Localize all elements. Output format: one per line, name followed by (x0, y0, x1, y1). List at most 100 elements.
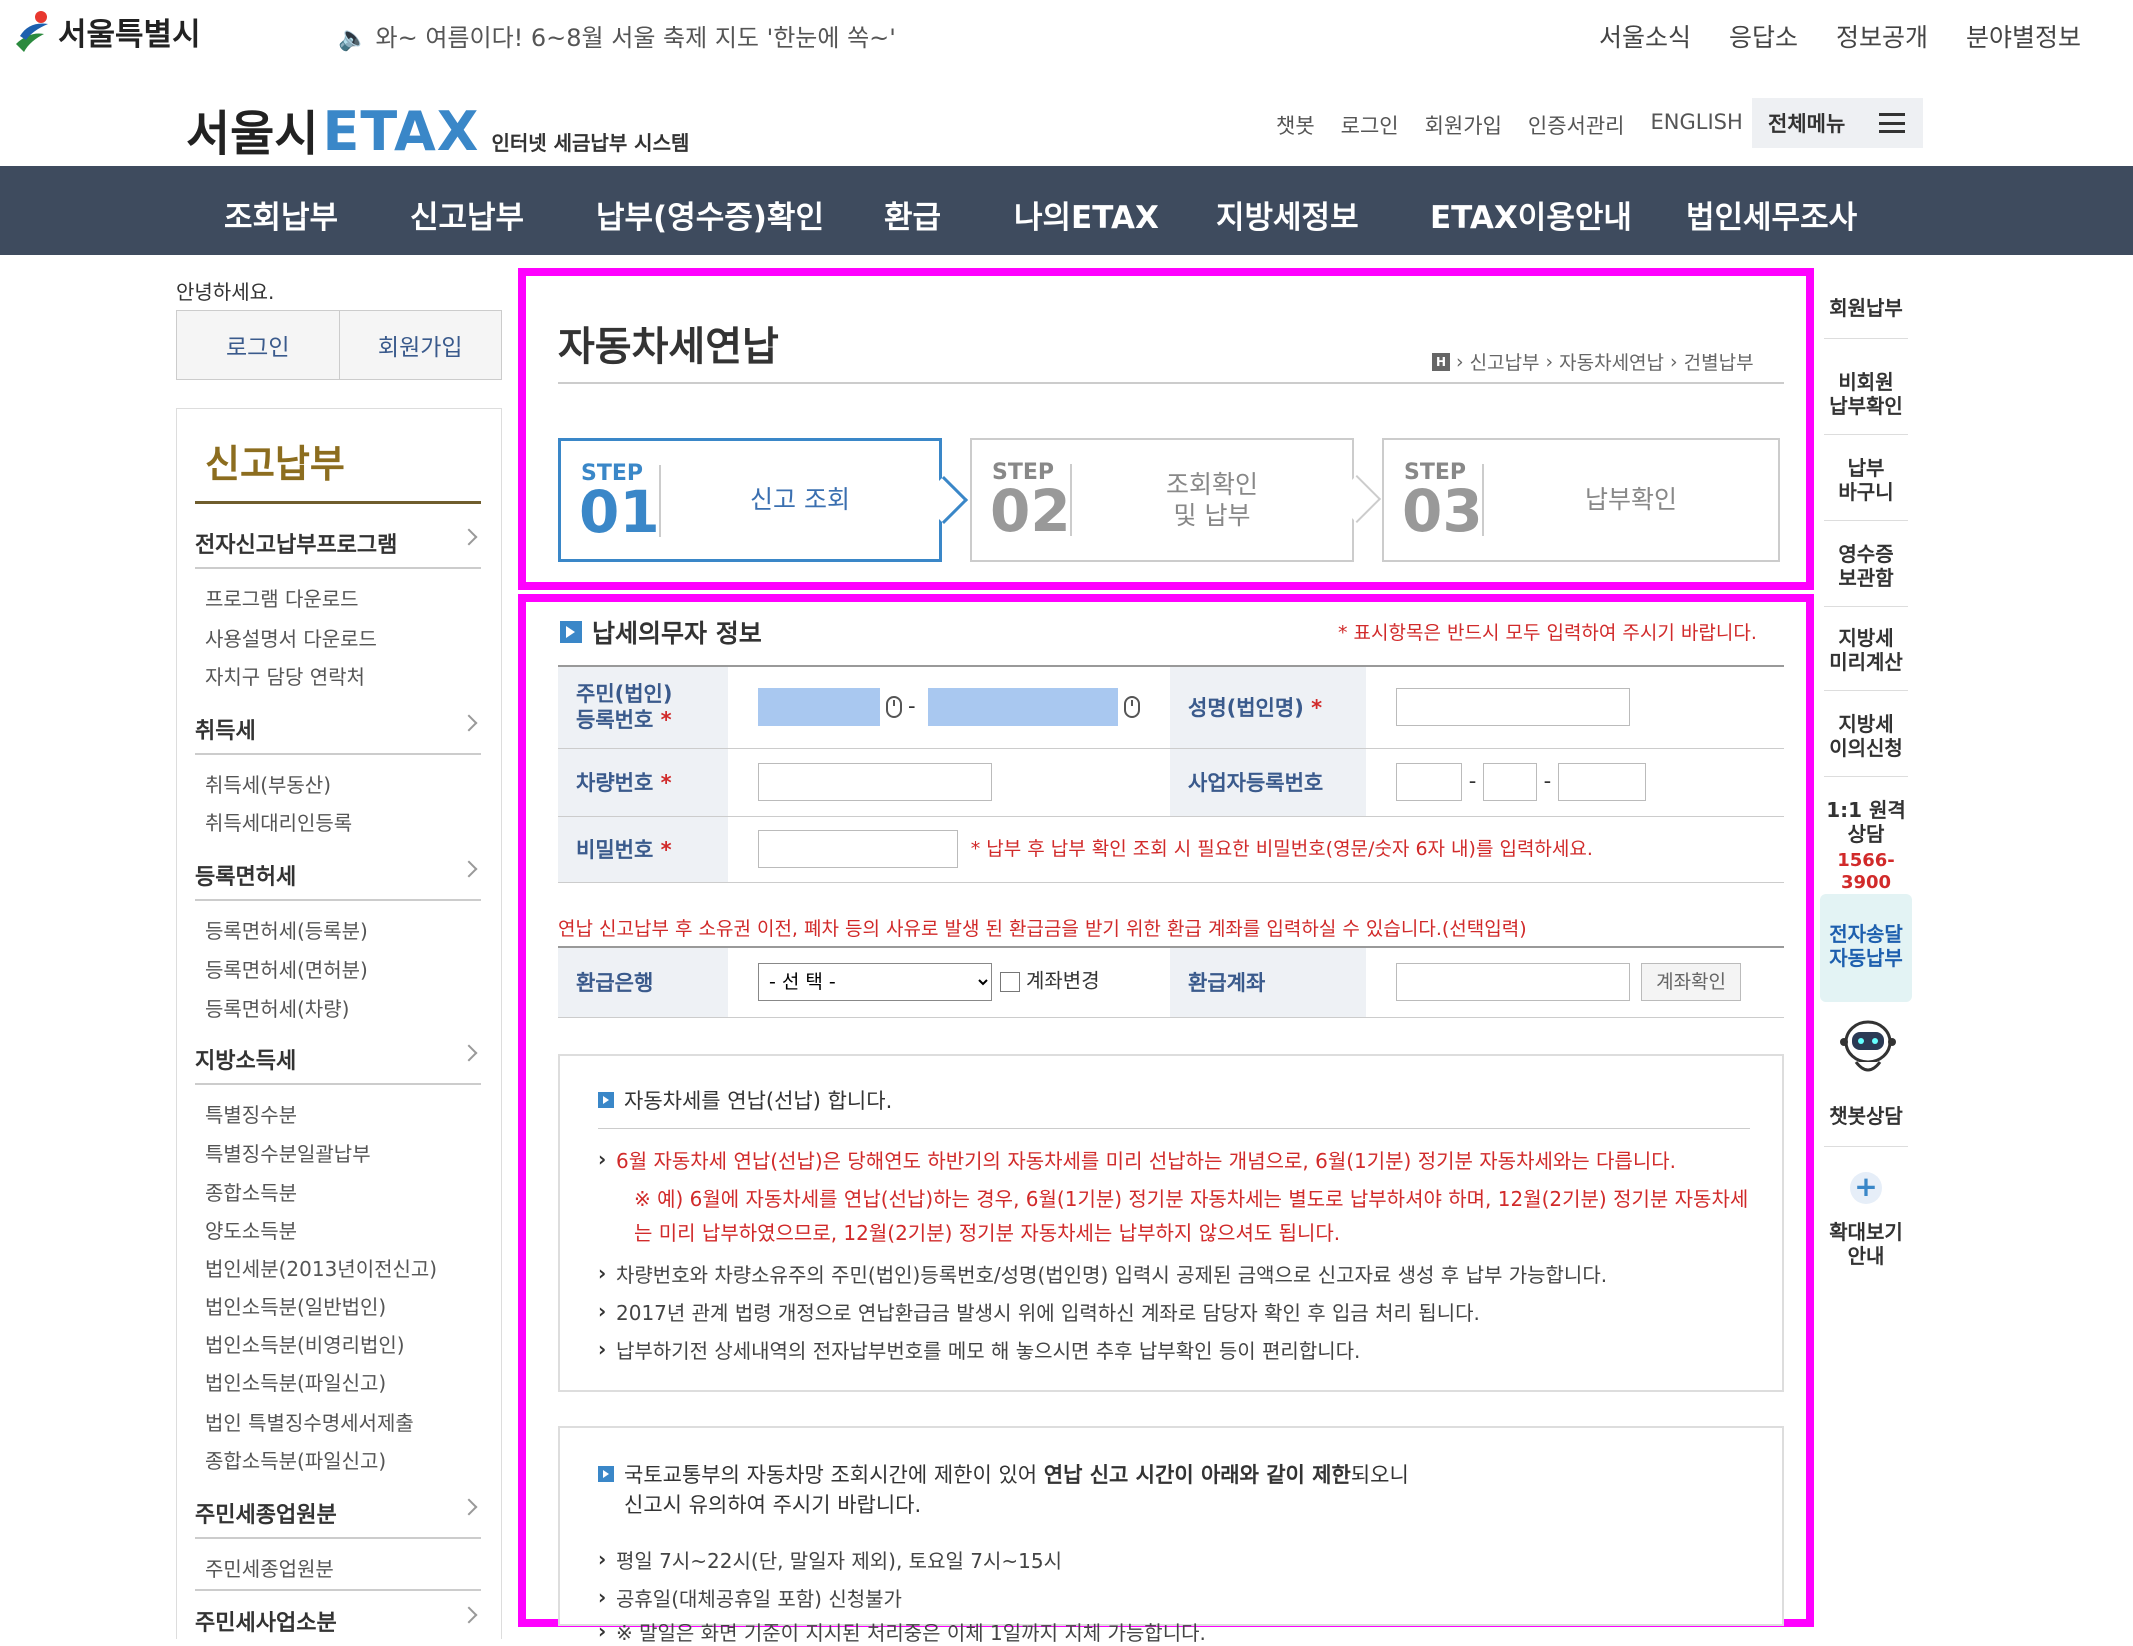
step-03: STEP 03 납부확인 (1382, 438, 1780, 562)
quick-chatbot[interactable]: 챗봇상담 (1820, 1104, 1912, 1128)
account-change-label: 계좌변경 (1026, 968, 1100, 993)
nav-item-corp-audit[interactable]: 법인세무조사 (1686, 192, 1857, 237)
car-number-input[interactable] (758, 763, 992, 801)
sidebar-item[interactable]: 등록면허세(차량) (205, 993, 349, 1022)
sidebar-item[interactable]: 법인소득분(비영리법인) (205, 1329, 405, 1358)
sidebar-group-local-income[interactable]: 지방소득세 (195, 1043, 481, 1075)
nav-item-etax-guide[interactable]: ETAX이용안내 (1430, 192, 1632, 237)
nav-item-my-etax[interactable]: 나의ETAX (1014, 192, 1159, 237)
sidebar-login-box: 로그인 회원가입 (176, 310, 502, 380)
sidebar-item[interactable]: 주민세종업원분 (205, 1553, 334, 1582)
sidebar-join-button[interactable]: 회원가입 (340, 311, 502, 379)
rrn-cell: - (728, 665, 1170, 749)
top-notice[interactable]: 🔈 와~ 여름이다! 6~8월 서울 축제 지도 '한눈에 쏙~' (338, 18, 896, 53)
sidebar-item[interactable]: 프로그램 다운로드 (205, 583, 359, 612)
chatbot-icon[interactable] (1840, 1018, 1896, 1084)
quick-zoom-guide[interactable]: 확대보기 안내 (1820, 1220, 1912, 1268)
quick-objection[interactable]: 지방세 이의신청 (1820, 712, 1912, 760)
top-link-info[interactable]: 정보공개 (1836, 18, 1928, 54)
password-note: * 납부 후 납부 확인 조회 시 필요한 비밀번호(영문/숫자 6자 내)를 … (970, 838, 1593, 860)
home-icon[interactable]: H (1432, 352, 1450, 371)
util-link-join[interactable]: 회원가입 (1425, 110, 1502, 140)
step-name: 납부확인 (1584, 485, 1677, 515)
zoom-plus-icon[interactable]: + (1850, 1172, 1882, 1204)
quick-receipt-box[interactable]: 영수증 보관함 (1820, 542, 1912, 590)
sidebar-item[interactable]: 등록면허세(면허분) (205, 954, 368, 983)
nav-item-local-tax-info[interactable]: 지방세정보 (1216, 192, 1359, 237)
seoul-logo[interactable]: 서울특별시 (10, 8, 201, 54)
info-item: 2017년 관계 법령 개정으로 연납환급금 발생시 위에 입력하신 계좌로 담… (598, 1298, 1480, 1326)
mouse-keypad-icon[interactable] (1124, 696, 1141, 719)
util-link-english[interactable]: ENGLISH (1651, 110, 1743, 140)
breadcrumb-item[interactable]: 자동차세연납 (1559, 348, 1664, 375)
step-divider (1070, 464, 1072, 536)
name-cell (1366, 665, 1784, 749)
account-check-button[interactable]: 계좌확인 (1641, 963, 1742, 1002)
util-link-chatbot[interactable]: 챗봇 (1276, 110, 1315, 140)
sidebar-item[interactable]: 법인소득분(일반법인) (205, 1291, 386, 1320)
sidebar-group-label: 등록면허세 (195, 865, 297, 890)
greeting-text: 안녕하세요. (176, 280, 275, 304)
quick-remote-support[interactable]: 1:1 원격 상담 (1820, 798, 1912, 846)
biz-number-input-3[interactable] (1557, 763, 1646, 801)
sidebar-group-eprogram[interactable]: 전자신고납부프로그램 (195, 527, 481, 559)
sidebar-login-button[interactable]: 로그인 (177, 311, 340, 379)
top-link-field[interactable]: 분야별정보 (1966, 18, 2081, 54)
refund-bank-select[interactable]: - 선 택 - (758, 963, 992, 1002)
sidebar-item[interactable]: 특별징수분일괄납부 (205, 1138, 371, 1167)
sidebar-group-registration[interactable]: 등록면허세 (195, 859, 481, 891)
sidebar-divider (195, 753, 481, 755)
nav-item-receipt[interactable]: 납부(영수증)확인 (596, 192, 824, 237)
chevron-right-icon (460, 1044, 478, 1062)
biz-number-input-1[interactable] (1396, 763, 1462, 801)
breadcrumb-item[interactable]: 신고납부 (1470, 348, 1540, 375)
quick-tax-calc[interactable]: 지방세 미리계산 (1820, 626, 1912, 674)
top-link-news[interactable]: 서울소식 (1599, 18, 1691, 54)
info-sub-item: ※ 예) 6월에 자동차세를 연납(선납)하는 경우, 6월(1기분) 정기분 … (634, 1187, 1749, 1211)
name-input[interactable] (1396, 688, 1630, 727)
sidebar-item[interactable]: 법인세분(2013년이전신고) (205, 1253, 437, 1282)
rrn-front-input[interactable] (758, 688, 880, 727)
sidebar-group-employee[interactable]: 주민세종업원분 (195, 1497, 481, 1529)
sidebar-group-label: 전자신고납부프로그램 (195, 533, 398, 558)
sidebar-item[interactable]: 특별징수분 (205, 1099, 297, 1128)
step-divider (659, 465, 661, 537)
step-02: STEP 02 조회확인 및 납부 (970, 438, 1382, 562)
nav-item-refund[interactable]: 환급 (884, 192, 941, 237)
sidebar-item[interactable]: 법인소득분(파일신고) (205, 1367, 386, 1396)
sidebar-item[interactable]: 종합소득분(파일신고) (205, 1445, 386, 1474)
rrn-back-input[interactable] (928, 688, 1119, 727)
sidebar-group-office[interactable]: 주민세사업소분 (195, 1605, 481, 1637)
sidebar-item[interactable]: 등록면허세(등록분) (205, 915, 368, 944)
nav-item-report-pay[interactable]: 신고납부 (410, 192, 524, 237)
sidebar-group-acquisition[interactable]: 취득세 (195, 713, 481, 745)
quick-guest-check[interactable]: 비회원 납부확인 (1820, 370, 1912, 418)
quick-e-delivery[interactable]: 전자송달 자동납부 (1820, 894, 1912, 1002)
account-change-checkbox[interactable] (1000, 972, 1020, 993)
password-cell: * 납부 후 납부 확인 조회 시 필요한 비밀번호(영문/숫자 6자 내)를 … (728, 816, 1784, 883)
quick-member-pay[interactable]: 회원납부 (1820, 296, 1912, 320)
biz-number-input-2[interactable] (1482, 763, 1537, 801)
required-note: * 표시항목은 반드시 모두 입력하여 주시기 바랍니다. (1338, 622, 1757, 644)
etax-logo[interactable]: 서울시 ETAX 인터넷 세금납부 시스템 (186, 94, 689, 164)
refund-note: 연납 신고납부 후 소유권 이전, 폐차 등의 사유로 발생 된 환급금을 받기… (558, 918, 1527, 940)
quick-basket[interactable]: 납부 바구니 (1820, 456, 1912, 504)
sidebar-item[interactable]: 양도소득분 (205, 1215, 297, 1244)
sidebar-item[interactable]: 종합소득분 (205, 1177, 297, 1206)
top-link-response[interactable]: 응답소 (1729, 18, 1798, 54)
util-link-login[interactable]: 로그인 (1341, 110, 1399, 140)
util-link-cert[interactable]: 인증서관리 (1528, 110, 1625, 140)
nav-item-inquiry-pay[interactable]: 조회납부 (224, 192, 338, 237)
info-sub-item: 는 미리 납부하였으므로, 12월(2기분) 정기분 자동차세는 납부하지 않으… (634, 1221, 1341, 1245)
top-links: 서울소식 응답소 정보공개 분야별정보 (1599, 18, 2081, 54)
sidebar-item[interactable]: 자치구 담당 연락처 (205, 661, 365, 690)
sidebar-item[interactable]: 사용설명서 다운로드 (205, 623, 377, 652)
info-title-text-c: 되오니 (1350, 1463, 1409, 1487)
sidebar-item[interactable]: 법인 특별징수명세서제출 (205, 1407, 414, 1436)
all-menu-button[interactable]: 전체메뉴 (1752, 98, 1923, 148)
password-input[interactable] (758, 830, 958, 868)
refund-account-input[interactable] (1396, 963, 1630, 1002)
mouse-keypad-icon[interactable] (886, 696, 902, 719)
sidebar-item[interactable]: 취득세(부동산) (205, 769, 331, 798)
sidebar-item[interactable]: 취득세대리인등록 (205, 807, 352, 836)
